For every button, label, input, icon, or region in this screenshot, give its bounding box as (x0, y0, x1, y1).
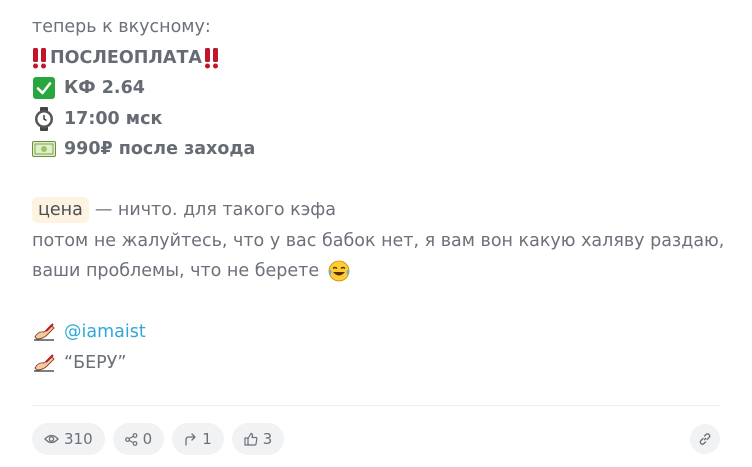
odds-text: КФ 2.64 (64, 78, 145, 98)
price-chip: цена (32, 197, 89, 224)
likes-count: 3 (262, 430, 273, 448)
problems-line: ваши проблемы, что не берете (32, 256, 732, 287)
postpay-line: ПОСЛЕОПЛАТА (32, 43, 732, 74)
check-mark-button-icon (32, 76, 56, 100)
contact-line: @iamaist (32, 317, 732, 348)
thumbs-up-icon (244, 432, 258, 446)
intro-line: теперь к вкусному: (32, 12, 732, 43)
price-comment-line: цена — ничто. для такого кэфа (32, 195, 732, 226)
eye-icon (44, 434, 59, 444)
postpay-text: ПОСЛЕОПЛАТА (50, 47, 202, 68)
contact-mention-link[interactable]: @iamaist (64, 317, 146, 348)
price-comment-text: — ничто. для такого кэфа (94, 200, 336, 220)
copy-link-button[interactable] (690, 424, 720, 454)
watch-icon (32, 106, 56, 131)
likes-counter[interactable]: 3 (231, 423, 285, 455)
forwards-count: 1 (202, 430, 212, 448)
problems-text: ваши проблемы, что не берете (32, 261, 320, 281)
share-icon (124, 432, 138, 446)
shares-count: 0 (142, 430, 153, 448)
complaint-line: потом не жалуйтесь, что у вас бабок нет,… (32, 226, 732, 257)
price-line: 990₽ после захода (32, 134, 732, 165)
divider (32, 405, 720, 406)
double-exclamation-icon (32, 46, 48, 70)
link-icon (699, 433, 711, 445)
telegram-post: теперь к вкусному: ПОСЛЕОПЛАТА КФ 2.64 1… (0, 0, 752, 467)
tears-of-joy-icon (327, 259, 351, 283)
complaint-text: потом не жалуйтесь, что у вас бабок нет,… (32, 230, 725, 251)
writing-hand-icon (32, 351, 56, 375)
writing-hand-icon (32, 320, 56, 344)
views-count: 310 (64, 430, 93, 448)
odds-line: КФ 2.64 (32, 73, 732, 104)
forwards-counter[interactable]: 1 (172, 423, 224, 455)
double-exclamation-icon (204, 46, 220, 70)
time-line: 17:00 мск (32, 104, 732, 135)
forward-icon (185, 432, 196, 446)
post-text: теперь к вкусному: ПОСЛЕОПЛАТА КФ 2.64 1… (32, 12, 732, 378)
keyword-text: “БЕРУ” (64, 352, 127, 373)
price-text: 990₽ после захода (64, 139, 256, 159)
shares-counter[interactable]: 0 (112, 423, 165, 455)
intro-text: теперь к вкусному: (32, 17, 211, 37)
time-text: 17:00 мск (64, 108, 163, 129)
post-stats: 310 0 1 3 (32, 423, 285, 455)
banknote-icon (32, 137, 56, 161)
keyword-line: “БЕРУ” (32, 348, 732, 379)
views-counter[interactable]: 310 (32, 423, 105, 455)
